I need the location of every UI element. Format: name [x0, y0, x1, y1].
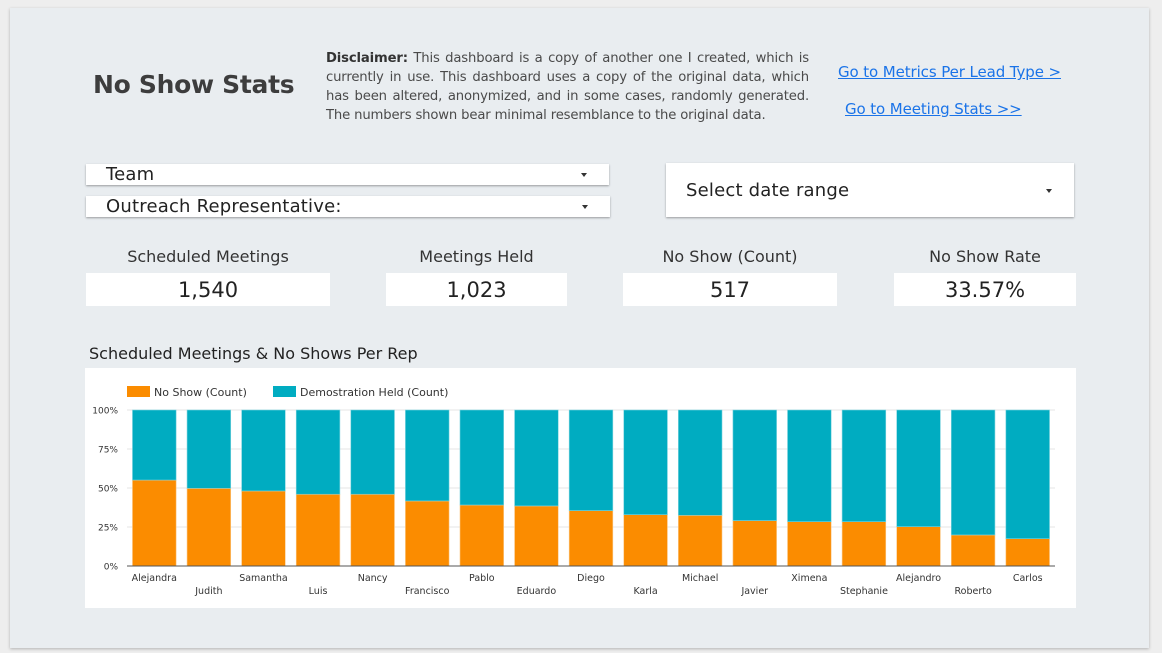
bar-held: [896, 409, 941, 527]
x-axis-labels: Alejandra Judith Samantha Luis Nancy Francisc…: [132, 573, 1043, 597]
bar-held: [459, 409, 504, 506]
kpi-noshow-rate-label: No Show Rate: [929, 247, 1041, 266]
caret-down-icon: [582, 205, 588, 209]
bar-held: [241, 409, 286, 492]
team-filter-dropdown[interactable]: Team: [86, 164, 609, 185]
bar-no-show: [241, 490, 286, 567]
bar-no-show: [459, 504, 504, 567]
bar-no-show: [678, 515, 723, 567]
bar-no-show: [132, 479, 177, 567]
x-tick-label: Diego: [577, 573, 605, 584]
disclaimer-label: Disclaimer:: [326, 51, 408, 66]
bar-no-show: [405, 500, 450, 567]
y-tick-label: 50%: [98, 485, 118, 495]
bar-held: [350, 409, 395, 495]
y-tick-label: 0%: [104, 563, 119, 573]
x-tick-label: Samantha: [239, 573, 288, 584]
bar-held: [623, 409, 668, 515]
kpi-held-label: Meetings Held: [419, 247, 534, 266]
bar-no-show: [950, 534, 996, 567]
bar-no-show: [841, 521, 887, 567]
bar-held: [568, 409, 614, 511]
bar-no-show: [568, 510, 614, 567]
x-tick-label: Stephanie: [840, 586, 888, 597]
x-tick-label: Pablo: [469, 573, 495, 584]
bar-held: [732, 409, 777, 521]
bar-no-show: [186, 488, 232, 567]
legend-label-no-show: No Show (Count): [154, 386, 247, 399]
bar-held: [132, 409, 177, 481]
y-tick-label: 75%: [98, 446, 118, 456]
bar-no-show: [1005, 538, 1050, 567]
chart-title: Scheduled Meetings & No Shows Per Rep: [89, 344, 418, 363]
y-tick-label: 25%: [98, 524, 118, 534]
bar-held: [841, 409, 887, 522]
kpi-scheduled-value: 1,540: [86, 273, 330, 306]
rep-filter-dropdown[interactable]: Outreach Representative:: [86, 196, 610, 217]
bar-held: [295, 409, 341, 495]
x-tick-label: Karla: [633, 586, 657, 597]
legend-label-held: Demostration Held (Count): [300, 386, 448, 399]
bar-held: [405, 409, 450, 502]
kpi-held-value: 1,023: [386, 273, 567, 306]
y-axis-ticks: 0% 25% 50% 75% 100%: [92, 407, 118, 573]
bar-no-show: [787, 521, 832, 567]
caret-down-icon: [581, 173, 587, 177]
x-tick-label: Nancy: [358, 573, 388, 584]
chart-panel: 0% 25% 50% 75% 100% Alejandra Judith Samantha L…: [85, 368, 1076, 608]
x-tick-label: Javier: [740, 586, 768, 597]
bar-held: [950, 409, 996, 536]
team-filter-label: Team: [106, 164, 155, 185]
bar-no-show: [896, 526, 941, 567]
disclaimer: Disclaimer: This dashboard is a copy of …: [326, 49, 809, 125]
date-range-label: Select date range: [686, 180, 850, 201]
bars: [132, 409, 1050, 567]
caret-down-icon: [1046, 189, 1052, 193]
bar-held: [1005, 409, 1050, 539]
metrics-per-lead-type-link[interactable]: Go to Metrics Per Lead Type >: [838, 63, 1061, 81]
x-tick-label: Alejandro: [896, 573, 941, 584]
legend-swatch-held: [273, 386, 296, 397]
kpi-scheduled-label: Scheduled Meetings: [127, 247, 289, 266]
bar-no-show: [623, 514, 668, 567]
bar-held: [514, 409, 559, 507]
stacked-bar-chart: 0% 25% 50% 75% 100% Alejandra Judith Samantha L…: [92, 386, 1055, 597]
x-tick-label: Carlos: [1013, 573, 1043, 584]
legend-swatch-no-show: [127, 386, 150, 397]
kpi-noshow-count-value: 517: [623, 273, 837, 306]
meeting-stats-link[interactable]: Go to Meeting Stats >>: [845, 100, 1022, 118]
x-tick-label: Michael: [682, 573, 718, 584]
legend: No Show (Count) Demostration Held (Count…: [127, 386, 448, 399]
x-tick-label: Judith: [194, 586, 222, 597]
bar-no-show: [295, 493, 341, 567]
rep-filter-label: Outreach Representative:: [106, 196, 342, 217]
bar-no-show: [350, 493, 395, 567]
bar-held: [186, 409, 232, 489]
bar-no-show: [514, 505, 559, 567]
kpi-noshow-rate-value: 33.57%: [894, 273, 1076, 306]
y-tick-label: 100%: [92, 407, 118, 417]
page-title: No Show Stats: [93, 70, 295, 99]
x-tick-label: Francisco: [405, 586, 450, 597]
x-tick-label: Alejandra: [132, 573, 177, 584]
date-range-picker[interactable]: Select date range: [666, 163, 1074, 217]
x-tick-label: Ximena: [791, 573, 827, 584]
x-tick-label: Eduardo: [517, 586, 557, 597]
x-tick-label: Luis: [309, 586, 328, 597]
bar-held: [678, 409, 723, 516]
kpi-noshow-count-label: No Show (Count): [662, 247, 798, 266]
x-tick-label: Roberto: [954, 586, 991, 597]
bar-no-show: [732, 520, 777, 567]
bar-held: [787, 409, 832, 522]
